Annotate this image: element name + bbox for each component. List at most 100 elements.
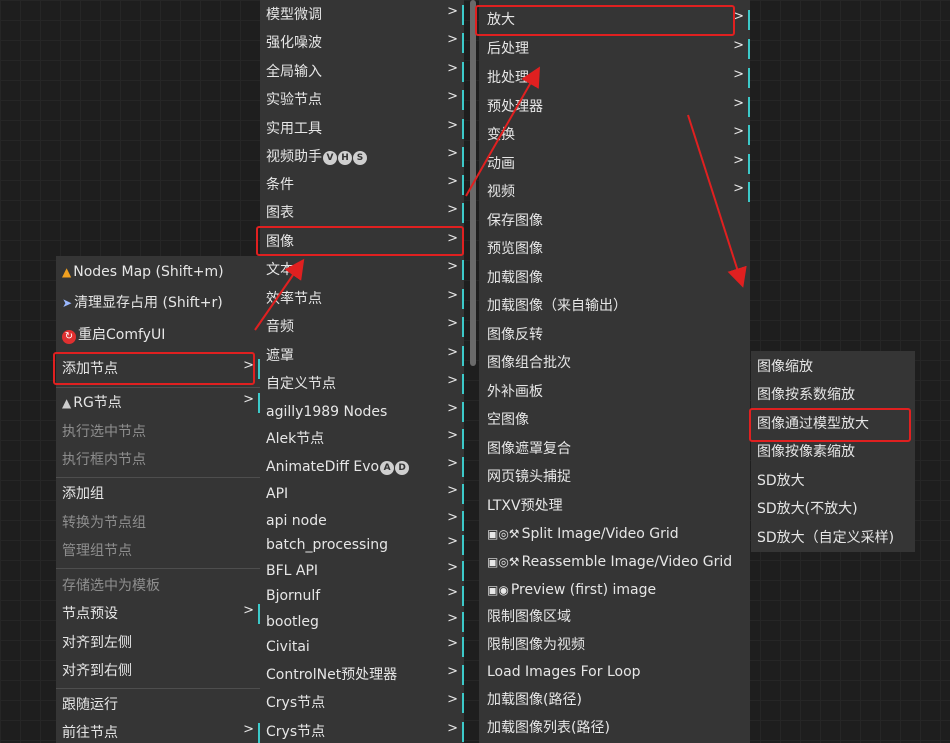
chevron-right-icon: > <box>447 585 458 600</box>
menu-item-image-node[interactable]: ▣◉ Preview (first) image <box>479 576 750 604</box>
menu-item-image-node[interactable]: 加载图像(路径) <box>479 686 750 714</box>
chevron-right-icon: > <box>447 401 458 416</box>
highlight-box <box>749 408 911 442</box>
menu-item-category[interactable]: 强化噪波 > <box>260 29 464 57</box>
menu-item-category[interactable]: batch_processing > <box>260 531 464 559</box>
submenu-indicator <box>462 90 464 110</box>
menu-item-clear-vram[interactable]: ➤ 清理显存占用 (Shift+r) <box>56 289 260 317</box>
badge-icon: A <box>380 461 395 475</box>
menu-item-category[interactable]: AnimateDiff Evo A D > <box>260 453 464 481</box>
badge-icon: V <box>323 151 337 165</box>
menu-item-category[interactable]: ControlNet预处理器 > <box>260 661 464 689</box>
menu-item-image-node[interactable]: 空图像 <box>479 406 750 434</box>
menu-item-category[interactable]: agilly1989 Nodes > <box>260 398 464 426</box>
menu-item-image-node[interactable]: LTXV预处理 <box>479 492 750 520</box>
menu-item-add-group[interactable]: 添加组 <box>56 480 260 508</box>
highlight-box <box>53 352 255 385</box>
badge-icon: H <box>338 151 352 165</box>
menu-item-image-node[interactable]: 加载图像列表(路径) <box>479 714 750 742</box>
menu-item-category[interactable]: 效率节点 > <box>260 285 464 313</box>
chevron-right-icon: > <box>447 32 458 47</box>
menu-item-image-node[interactable]: 批处理 > <box>479 64 750 92</box>
menu-item-upscale-node[interactable]: 图像按像素缩放 <box>751 438 915 467</box>
menu-item-image-node[interactable]: ▣◎⚒ Split Image/Video Grid <box>479 520 750 548</box>
badge-icon: S <box>353 151 367 165</box>
chevron-right-icon: > <box>447 428 458 443</box>
chevron-right-icon: > <box>447 174 458 189</box>
chevron-right-icon: > <box>447 202 458 217</box>
menu-item-rg-nodes[interactable]: ▲ RG节点 > <box>56 389 260 417</box>
menu-item-category[interactable]: Bjornulf > <box>260 582 464 610</box>
menu-item-image-node[interactable]: 后处理 > <box>479 35 750 63</box>
menu-item-category[interactable]: Alek节点 > <box>260 425 464 453</box>
node-category-menu: 模型微调 > 强化噪波 > 全局输入 > 实验节点 > 实用工具 > 视频助手 V H S > 条件 > 图表 > 图… <box>260 0 464 743</box>
menu-item-category[interactable]: BFL API > <box>260 557 464 585</box>
menu-item-category[interactable]: 图表 > <box>260 199 464 227</box>
menu-item-image-node[interactable]: 预览图像 <box>479 235 750 263</box>
menu-item-category[interactable]: 模型微调 > <box>260 1 464 29</box>
eye-icon: ▣◉ <box>487 583 509 597</box>
menu-item-image-node[interactable]: 预处理器 > <box>479 93 750 121</box>
menu-item-category[interactable]: Crys节点 > <box>260 718 464 743</box>
menu-item-image-node[interactable]: 限制图像为视频 <box>479 631 750 659</box>
menu-item-image-node[interactable]: 图像遮罩复合 <box>479 435 750 463</box>
chevron-right-icon: > <box>447 118 458 133</box>
menu-item-upscale-node[interactable]: SD放大（自定义采样) <box>751 524 915 552</box>
menu-item-image-node[interactable]: 图像组合批次 <box>479 349 750 377</box>
menu-item-category[interactable]: bootleg > <box>260 608 464 636</box>
menu-item-upscale-node[interactable]: 图像缩放 <box>751 353 915 382</box>
menu-item-node-presets[interactable]: 节点预设 > <box>56 600 260 628</box>
menu-item-category[interactable]: 全局输入 > <box>260 58 464 86</box>
submenu-indicator <box>462 722 464 742</box>
upscale-submenu: 图像缩放 图像按系数缩放 图像通过模型放大 图像按像素缩放 SD放大 SD放大(不放大) S… <box>751 351 915 552</box>
menu-item-upscale-node[interactable]: SD放大(不放大) <box>751 495 915 524</box>
menu-item-image-node[interactable]: 视频 > <box>479 178 750 206</box>
menu-item-image-node[interactable]: 网页镜头捕捉 <box>479 463 750 491</box>
menu-item-category[interactable]: 音频 > <box>260 313 464 341</box>
menu-item-category[interactable]: 实用工具 > <box>260 115 464 143</box>
menu-item-image-node[interactable]: 保存图像 <box>479 207 750 235</box>
menu-item-follow-execution[interactable]: 跟随运行 <box>56 691 260 719</box>
menu-item-image-node[interactable]: 限制图像区域 <box>479 603 750 631</box>
menu-item-restart-comfyui[interactable]: ↻ 重启ComfyUI <box>56 321 260 349</box>
menu-item-image-node[interactable]: ▣◎⚒ Reassemble Image/Video Grid <box>479 548 750 576</box>
chevron-right-icon: > <box>447 316 458 331</box>
menu-item-category[interactable]: 视频助手 V H S > <box>260 143 464 171</box>
chevron-right-icon: > <box>243 603 254 618</box>
chevron-right-icon: > <box>447 456 458 471</box>
submenu-indicator <box>748 39 750 59</box>
menu-item-run-in-frame: 执行框内节点 <box>62 452 146 468</box>
menu-item-image-node[interactable]: 加载图像 <box>479 264 750 292</box>
menu-item-image-node[interactable]: 动画 > <box>479 150 750 178</box>
menu-item-nodes-map[interactable]: ▲ Nodes Map (Shift+m) <box>56 258 260 286</box>
menu-item-category[interactable]: 文本 > <box>260 256 464 284</box>
menu-item-category[interactable]: Civitai > <box>260 633 464 661</box>
menu-item-image-node[interactable]: 变换 > <box>479 121 750 149</box>
menu-item-image-node[interactable]: 外补画板 <box>479 378 750 406</box>
chevron-right-icon: > <box>733 181 744 196</box>
menu-item-image-node[interactable]: 加载图像（来自输出） <box>479 292 750 320</box>
menu-item-image-node[interactable]: 图像反转 <box>479 321 750 349</box>
menu-item-go-to-node[interactable]: 前往节点 > <box>56 719 260 743</box>
submenu-indicator <box>462 62 464 82</box>
menu-item-category[interactable]: API > <box>260 480 464 508</box>
menu-item-category[interactable]: 遮罩 > <box>260 342 464 370</box>
submenu-indicator <box>462 586 464 606</box>
menu-item-image-node[interactable]: Load Images For Loop <box>479 658 750 686</box>
submenu-indicator <box>462 203 464 223</box>
submenu-indicator <box>748 10 750 30</box>
submenu-indicator <box>462 693 464 713</box>
menu-item-category[interactable]: Crys节点 > <box>260 689 464 717</box>
scrollbar[interactable] <box>470 0 476 366</box>
menu-item-align-right[interactable]: 对齐到右侧 <box>56 657 260 685</box>
menu-item-align-left[interactable]: 对齐到左侧 <box>56 629 260 657</box>
menu-item-category[interactable]: 条件 > <box>260 171 464 199</box>
menu-item-upscale-node[interactable]: 图像按系数缩放 <box>751 381 915 410</box>
chevron-right-icon: > <box>447 483 458 498</box>
menu-item-upscale-node[interactable]: SD放大 <box>751 467 915 496</box>
chevron-right-icon: > <box>447 664 458 679</box>
submenu-indicator <box>462 511 464 531</box>
menu-item-category[interactable]: 自定义节点 > <box>260 370 464 398</box>
chevron-right-icon: > <box>447 611 458 626</box>
menu-item-category[interactable]: 实验节点 > <box>260 86 464 114</box>
